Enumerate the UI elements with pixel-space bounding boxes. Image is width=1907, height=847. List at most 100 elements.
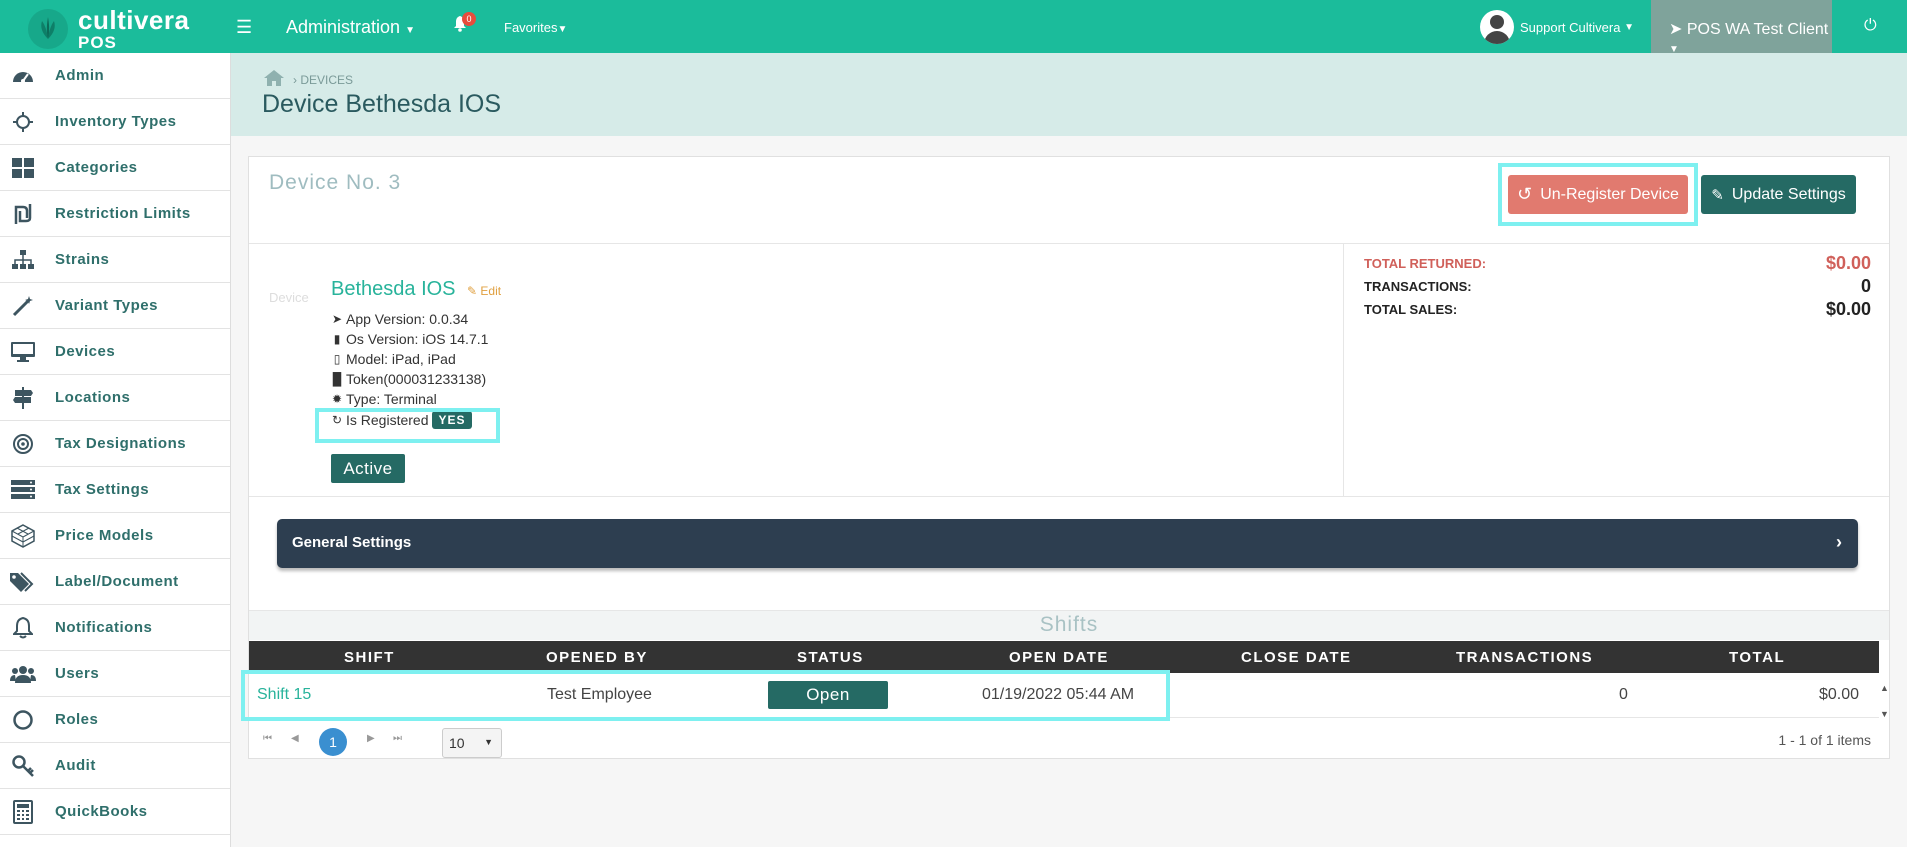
sidebar: Admin Inventory Types Categories Restrictio… — [0, 53, 231, 847]
current-page-button[interactable]: 1 — [319, 728, 347, 756]
sidebar-item-variant-types[interactable]: Variant Types — [0, 283, 230, 329]
bell-icon — [10, 616, 36, 640]
sidebar-item-label: Price Models — [55, 527, 154, 544]
sidebar-item-audit[interactable]: Audit — [0, 743, 230, 789]
column-opened-by[interactable]: OPENED BY — [546, 649, 648, 666]
general-settings-label: General Settings — [292, 534, 412, 551]
sidebar-item-inventory-types[interactable]: Inventory Types — [0, 99, 230, 145]
device-side-label: Device — [269, 290, 309, 305]
first-page-icon[interactable]: ⏮ — [263, 733, 272, 744]
total-sales-row: TOTAL SALES: $0.00 — [1364, 299, 1871, 320]
shifts-heading: Shifts — [249, 610, 1889, 640]
key-icon — [10, 754, 36, 778]
hamburger-menu-icon[interactable]: ☰ — [236, 17, 252, 38]
sidebar-item-devices[interactable]: Devices — [0, 329, 230, 375]
sidebar-item-strains[interactable]: Strains — [0, 237, 230, 283]
transactions-label: TRANSACTIONS: — [1364, 279, 1472, 294]
circle-icon — [10, 708, 36, 732]
total-returned-value: $0.00 — [1825, 253, 1871, 273]
gear-icon: ✹ — [331, 392, 343, 406]
column-total[interactable]: TOTAL — [1729, 649, 1785, 666]
edit-label: Edit — [480, 284, 502, 298]
column-open-date[interactable]: OPEN DATE — [1009, 649, 1109, 666]
administration-menu[interactable]: Administration ▼ — [286, 17, 415, 38]
sidebar-item-roles[interactable]: Roles — [0, 697, 230, 743]
transactions-cell: 0 — [1619, 686, 1628, 703]
page-size-select[interactable]: 10 ▼ — [442, 728, 502, 758]
sidebar-item-label-document[interactable]: Label/Document — [0, 559, 230, 605]
sidebar-item-label: Roles — [55, 711, 99, 728]
column-shift[interactable]: SHIFT — [344, 649, 395, 666]
sidebar-item-label: Tax Settings — [55, 481, 150, 498]
sidebar-item-price-models[interactable]: Price Models — [0, 513, 230, 559]
total-sales-value: $0.00 — [1825, 299, 1871, 319]
app-version-text: App Version: 0.0.34 — [346, 311, 469, 327]
crosshair-icon — [10, 110, 36, 134]
sidebar-item-locations[interactable]: Locations — [0, 375, 230, 421]
column-transactions[interactable]: TRANSACTIONS — [1456, 649, 1593, 666]
sidebar-item-label: Variant Types — [55, 297, 158, 314]
client-name: POS WA Test Client — [1686, 21, 1829, 38]
undo-icon: ↺ — [1517, 184, 1533, 204]
page-title: Device Bethesda IOS — [262, 90, 502, 118]
favorites-menu[interactable]: Favorites▼ — [504, 20, 567, 35]
last-page-icon[interactable]: ⏭ — [393, 733, 402, 744]
cube-icon — [10, 523, 36, 548]
tags-icon — [10, 570, 36, 594]
edit-device-link[interactable]: ✎ Edit — [467, 284, 501, 298]
user-name: Support Cultivera — [1520, 19, 1621, 35]
sidebar-item-admin[interactable]: Admin — [0, 53, 230, 99]
sidebar-item-quickbooks[interactable]: QuickBooks — [0, 789, 230, 835]
sidebar-item-restriction-limits[interactable]: Restriction Limits — [0, 191, 230, 237]
sidebar-item-tax-designations[interactable]: Tax Designations — [0, 421, 230, 467]
column-status[interactable]: STATUS — [797, 649, 864, 666]
breadcrumb-devices[interactable]: DEVICES — [300, 73, 353, 87]
sidebar-item-label: Strains — [55, 251, 110, 268]
sidebar-item-label: Notifications — [55, 619, 153, 636]
user-menu[interactable]: Support Cultivera ▼ — [1480, 10, 1634, 44]
total-sales-label: TOTAL SALES: — [1364, 302, 1458, 317]
highlight-box — [241, 670, 1170, 721]
sidebar-item-label: QuickBooks — [55, 803, 148, 820]
divider — [1343, 244, 1344, 496]
home-icon[interactable] — [263, 69, 285, 90]
page-size-value: 10 — [449, 735, 465, 751]
app-version: ➤ App Version: 0.0.34 — [331, 311, 468, 327]
sidebar-item-label: Audit — [55, 757, 96, 774]
client-selector[interactable]: ➤ POS WA Test Client ▼ — [1651, 0, 1832, 55]
sidebar-item-tax-settings[interactable]: Tax Settings — [0, 467, 230, 513]
total-returned-label: TOTAL RETURNED: — [1364, 256, 1487, 271]
grid-icon — [10, 156, 36, 180]
phone-icon: ▮ — [333, 332, 341, 346]
sidebar-item-label: Inventory Types — [55, 113, 177, 130]
next-page-icon[interactable]: ▶ — [367, 733, 375, 744]
calculator-icon — [10, 799, 36, 824]
device-panel: Device No. 3 ↺ Un-Register Device ✎ Upda… — [241, 156, 1890, 759]
chevron-right-icon: › — [1836, 532, 1842, 552]
unregister-device-button[interactable]: ↺ Un-Register Device — [1508, 175, 1688, 214]
app-logo[interactable]: cultivera POS — [28, 7, 189, 51]
transactions-row: TRANSACTIONS: 0 — [1364, 276, 1871, 297]
device-status-badge: Active — [331, 454, 405, 483]
power-icon[interactable]: ⏻ — [1864, 17, 1877, 35]
sidebar-item-label: Locations — [55, 389, 131, 406]
sidebar-item-notifications[interactable]: Notifications — [0, 605, 230, 651]
general-settings-panel[interactable]: General Settings › — [277, 519, 1858, 568]
sidebar-item-label: Restriction Limits — [55, 205, 191, 222]
dashboard-icon — [10, 64, 36, 88]
sidebar-item-users[interactable]: Users — [0, 651, 230, 697]
caret-down-icon: ▼ — [557, 24, 568, 35]
divider — [249, 496, 1889, 497]
logo-icon — [28, 9, 68, 49]
shifts-table-header: SHIFT OPENED BY STATUS OPEN DATE CLOSE D… — [249, 641, 1879, 673]
type-text: Type: Terminal — [346, 391, 437, 407]
magic-wand-icon — [10, 294, 36, 318]
token-text: Token(000031233138) — [346, 371, 487, 387]
desktop-icon — [10, 340, 36, 364]
prev-page-icon[interactable]: ◀ — [291, 733, 299, 744]
sidebar-item-label: Users — [55, 665, 100, 682]
update-settings-button[interactable]: ✎ Update Settings — [1701, 175, 1856, 214]
column-close-date[interactable]: CLOSE DATE — [1241, 649, 1352, 666]
highlight-box — [315, 408, 500, 443]
sidebar-item-categories[interactable]: Categories — [0, 145, 230, 191]
